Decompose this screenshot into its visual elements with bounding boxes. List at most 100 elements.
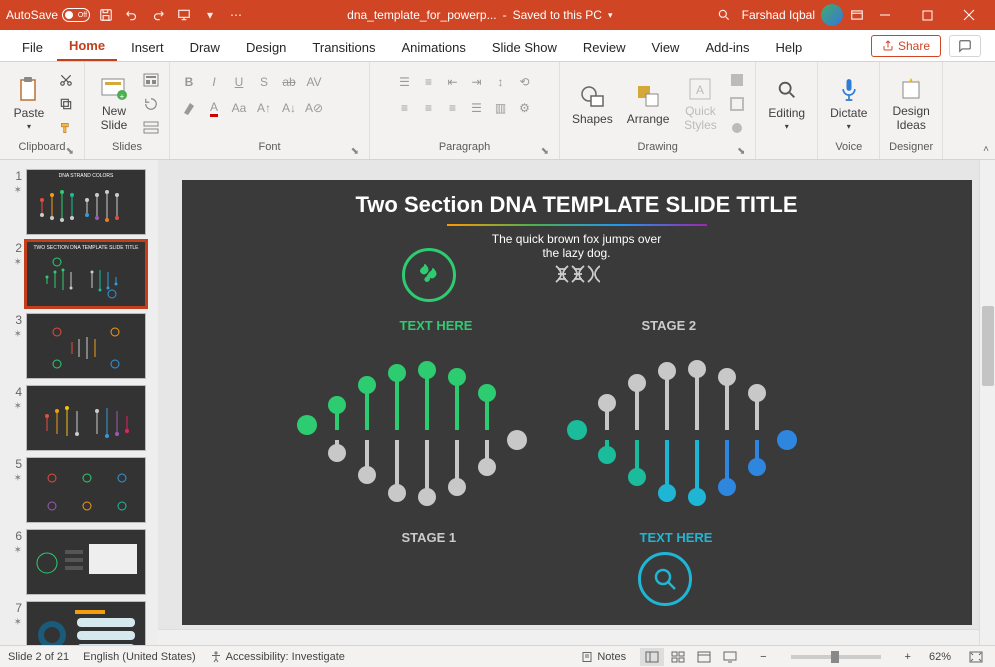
- thumbnail-7[interactable]: 7✶: [0, 598, 158, 645]
- tab-addins[interactable]: Add-ins: [693, 34, 761, 61]
- ribbon-display-icon[interactable]: [849, 7, 865, 23]
- zoom-level[interactable]: 62%: [929, 651, 951, 663]
- collapse-ribbon-icon[interactable]: ˄: [983, 144, 989, 155]
- clipboard-launcher-icon[interactable]: ⬊: [66, 146, 74, 157]
- fit-to-window-button[interactable]: [965, 651, 987, 663]
- tab-slideshow[interactable]: Slide Show: [480, 34, 569, 61]
- maximize-button[interactable]: [907, 1, 947, 29]
- tab-view[interactable]: View: [640, 34, 692, 61]
- zoom-in-button[interactable]: +: [901, 651, 915, 663]
- undo-icon[interactable]: [124, 7, 140, 23]
- drawing-launcher-icon[interactable]: ⬊: [737, 146, 745, 157]
- slide-subtitle[interactable]: The quick brown fox jumps over the lazy …: [182, 232, 972, 260]
- tab-animations[interactable]: Animations: [390, 34, 478, 61]
- close-button[interactable]: [949, 1, 989, 29]
- slide-thumbnails-panel[interactable]: 1✶ DNA STRAND COLORS 2✶ TWO SECTION DNA …: [0, 160, 158, 645]
- autosave-control[interactable]: AutoSave Off: [6, 8, 90, 22]
- shape-effects-icon[interactable]: [727, 118, 747, 138]
- zoom-out-button[interactable]: −: [756, 651, 770, 663]
- copy-icon[interactable]: [56, 94, 76, 114]
- line-spacing-button[interactable]: ↕: [490, 72, 512, 92]
- notes-button[interactable]: Notes: [581, 651, 626, 663]
- autosave-toggle[interactable]: Off: [62, 8, 90, 22]
- shapes-button[interactable]: Shapes: [568, 80, 617, 128]
- share-button[interactable]: Share: [871, 35, 941, 57]
- tab-insert[interactable]: Insert: [119, 34, 176, 61]
- zoom-slider-thumb[interactable]: [831, 651, 839, 663]
- strike-button[interactable]: ab: [278, 72, 300, 92]
- shape-fill-icon[interactable]: [727, 70, 747, 90]
- editing-button[interactable]: Editing▾: [764, 74, 809, 133]
- tab-review[interactable]: Review: [571, 34, 638, 61]
- thumbnail-2[interactable]: 2✶ TWO SECTION DNA TEMPLATE SLIDE TITLE: [0, 238, 158, 310]
- tab-transitions[interactable]: Transitions: [300, 34, 387, 61]
- font-launcher-icon[interactable]: ⬊: [351, 146, 359, 157]
- save-icon[interactable]: [98, 7, 114, 23]
- align-right-button[interactable]: ≡: [442, 98, 464, 118]
- sorter-view-button[interactable]: [666, 648, 690, 666]
- text-direction-button[interactable]: ⟲: [514, 72, 536, 92]
- thumbnail-5[interactable]: 5✶: [0, 454, 158, 526]
- justify-button[interactable]: ☰: [466, 98, 488, 118]
- slide-position[interactable]: Slide 2 of 21: [8, 651, 69, 663]
- present-icon[interactable]: [176, 7, 192, 23]
- qat-overflow-icon[interactable]: ⋯: [228, 7, 244, 23]
- zoom-slider[interactable]: [791, 655, 881, 659]
- qat-more-icon[interactable]: ▾: [202, 7, 218, 23]
- indent-right-button[interactable]: ⇥: [466, 72, 488, 92]
- droplet-circle-icon[interactable]: [402, 248, 456, 302]
- cut-icon[interactable]: [56, 70, 76, 90]
- horizontal-scrollbar[interactable]: [158, 629, 979, 645]
- shadow-button[interactable]: S: [253, 72, 275, 92]
- layout-icon[interactable]: [141, 70, 161, 90]
- change-case-button[interactable]: Aa: [228, 98, 250, 118]
- search-icon[interactable]: [716, 7, 732, 23]
- normal-view-button[interactable]: [640, 648, 664, 666]
- thumbnail-4[interactable]: 4✶: [0, 382, 158, 454]
- accessibility-status[interactable]: Accessibility: Investigate: [210, 651, 345, 663]
- thumbnail-3[interactable]: 3✶: [0, 310, 158, 382]
- tab-help[interactable]: Help: [764, 34, 815, 61]
- highlight-icon[interactable]: [178, 98, 200, 118]
- design-ideas-button[interactable]: Design Ideas: [888, 73, 933, 133]
- label-text-here-top[interactable]: TEXT HERE: [400, 318, 473, 333]
- smartart-button[interactable]: ⚙: [514, 98, 536, 118]
- thumbnail-6[interactable]: 6✶: [0, 526, 158, 598]
- reading-view-button[interactable]: [692, 648, 716, 666]
- paste-button[interactable]: Paste▾: [8, 74, 50, 133]
- vertical-scrollbar[interactable]: [979, 160, 995, 645]
- thumbnail-1[interactable]: 1✶ DNA STRAND COLORS: [0, 166, 158, 238]
- magnifier-circle-icon[interactable]: [638, 552, 692, 606]
- arrange-button[interactable]: Arrange: [623, 80, 674, 128]
- font-color-button[interactable]: A: [203, 98, 225, 118]
- dictate-button[interactable]: Dictate▾: [826, 74, 871, 133]
- language-status[interactable]: English (United States): [83, 651, 196, 663]
- user-account[interactable]: Farshad Iqbal: [742, 4, 843, 26]
- tab-home[interactable]: Home: [57, 32, 117, 61]
- numbering-button[interactable]: ≡: [418, 72, 440, 92]
- minimize-button[interactable]: [865, 1, 905, 29]
- italic-button[interactable]: I: [203, 72, 225, 92]
- slide-title[interactable]: Two Section DNA TEMPLATE SLIDE TITLE: [182, 180, 972, 218]
- new-slide-button[interactable]: + New Slide: [93, 73, 135, 133]
- underline-button[interactable]: U: [228, 72, 250, 92]
- dna-strand-graphic[interactable]: [267, 335, 887, 535]
- indent-left-button[interactable]: ⇤: [442, 72, 464, 92]
- scrollbar-thumb[interactable]: [982, 306, 994, 386]
- format-painter-icon[interactable]: [56, 118, 76, 138]
- slide-canvas-area[interactable]: Two Section DNA TEMPLATE SLIDE TITLE The…: [158, 160, 995, 645]
- bullets-button[interactable]: ☰: [394, 72, 416, 92]
- clear-format-button[interactable]: A⊘: [303, 98, 325, 118]
- redo-icon[interactable]: [150, 7, 166, 23]
- reset-icon[interactable]: [141, 94, 161, 114]
- quick-styles-button[interactable]: A Quick Styles: [679, 73, 721, 133]
- tab-draw[interactable]: Draw: [178, 34, 232, 61]
- tab-file[interactable]: File: [10, 34, 55, 61]
- paragraph-launcher-icon[interactable]: ⬊: [541, 146, 549, 157]
- tab-design[interactable]: Design: [234, 34, 298, 61]
- label-stage-2[interactable]: STAGE 2: [642, 318, 697, 333]
- bold-button[interactable]: B: [178, 72, 200, 92]
- spacing-button[interactable]: AV: [303, 72, 325, 92]
- grow-font-button[interactable]: A↑: [253, 98, 275, 118]
- section-icon[interactable]: [141, 118, 161, 138]
